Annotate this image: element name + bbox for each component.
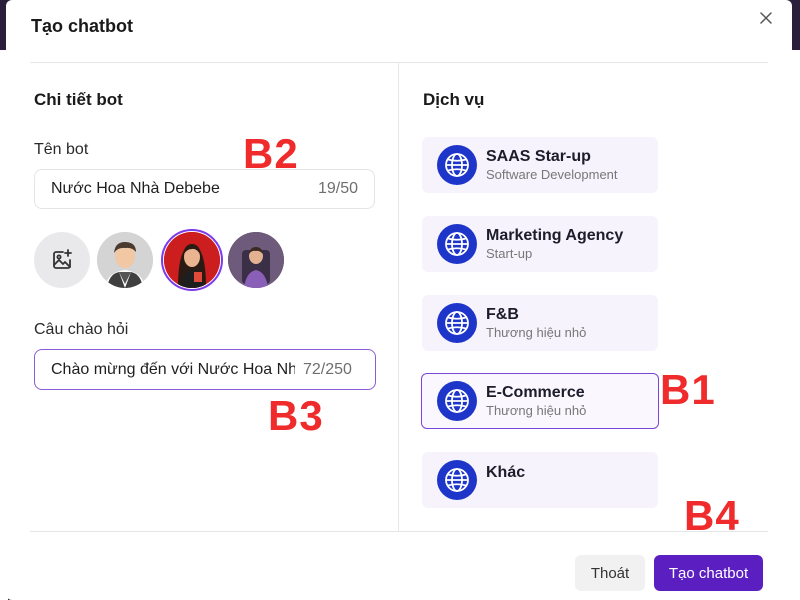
- exit-button[interactable]: Thoát: [575, 555, 645, 591]
- service-ecommerce[interactable]: E-Commerce Thương hiệu nhỏ: [421, 373, 659, 429]
- bot-name-label: Tên bot: [34, 141, 89, 158]
- greeting-counter: 72/250: [303, 360, 352, 378]
- greeting-label: Câu chào hỏi: [34, 321, 129, 338]
- bot-name-value: Nước Hoa Nhà Debebe: [51, 180, 220, 197]
- service-fnb[interactable]: F&B Thương hiệu nhỏ: [422, 295, 658, 351]
- annotation-b1: B1: [660, 366, 716, 413]
- header-divider: [30, 62, 768, 63]
- globe-icon: [437, 381, 477, 421]
- service-name: Marketing Agency: [486, 227, 624, 244]
- avatar-man-image: [97, 232, 153, 288]
- services-title: Dịch vụ: [423, 90, 485, 109]
- globe-icon: [437, 145, 477, 185]
- service-name: Khác: [486, 463, 526, 481]
- service-subtitle: Software Development: [486, 167, 618, 182]
- annotation-b2: B2: [243, 130, 299, 177]
- avatar-option-woman-red[interactable]: [164, 232, 220, 288]
- service-other[interactable]: Khác: [422, 452, 658, 508]
- create-chatbot-modal: Tạo chatbot Chi tiết bot Tên bot Nước Ho…: [6, 0, 792, 600]
- annotation-b3: B3: [268, 392, 324, 439]
- image-upload-icon: [53, 249, 72, 269]
- service-subtitle: Thương hiệu nhỏ: [486, 403, 587, 418]
- globe-icon: [437, 224, 477, 264]
- avatar-woman-image: [164, 232, 220, 288]
- avatar-option-man-suit[interactable]: [97, 232, 153, 288]
- globe-icon: [437, 460, 477, 500]
- service-subtitle: Thương hiệu nhỏ: [486, 325, 587, 340]
- service-subtitle: Start-up: [486, 246, 533, 261]
- bot-name-field[interactable]: Nước Hoa Nhà Debebe 19/50: [34, 169, 375, 209]
- footer-divider: [30, 531, 768, 532]
- create-chatbot-button[interactable]: Tạo chatbot: [654, 555, 763, 591]
- close-icon: [760, 12, 772, 24]
- annotation-b4: B4: [684, 492, 740, 539]
- bot-name-counter: 19/50: [317, 180, 358, 197]
- bot-details-title: Chi tiết bot: [34, 90, 123, 109]
- column-divider: [398, 63, 399, 531]
- service-name: E-Commerce: [486, 384, 585, 401]
- service-marketing-agency[interactable]: Marketing Agency Start-up: [422, 216, 658, 272]
- avatar-man-chair-image: [228, 232, 284, 288]
- greeting-field[interactable]: Chào mừng đến với Nước Hoa Nhà Debebe 72…: [34, 349, 376, 390]
- greeting-value: Chào mừng đến với Nước Hoa Nhà Debebe: [51, 360, 295, 378]
- upload-avatar-button[interactable]: [34, 232, 90, 288]
- globe-icon: [437, 303, 477, 343]
- service-name: F&B: [486, 306, 519, 323]
- modal-title: Tạo chatbot: [31, 16, 133, 36]
- service-name: SAAS Star-up: [486, 148, 591, 165]
- close-button[interactable]: [756, 8, 776, 28]
- avatar-option-man-chair[interactable]: [228, 232, 284, 288]
- service-saas-startup[interactable]: SAAS Star-up Software Development: [422, 137, 658, 193]
